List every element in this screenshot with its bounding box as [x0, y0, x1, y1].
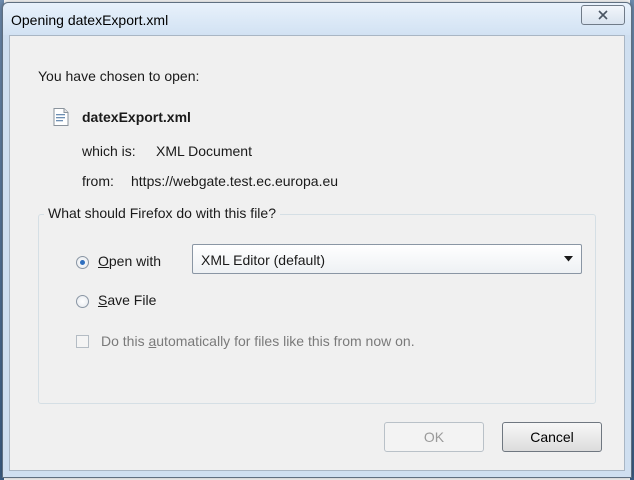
save-file-radio[interactable] — [76, 295, 89, 308]
file-type-label: which is: — [82, 143, 136, 159]
application-select-value: XML Editor (default) — [201, 252, 325, 268]
close-button[interactable] — [581, 5, 625, 25]
save-file-label-rest: ave File — [107, 292, 157, 308]
action-group-legend: What should Firefox do with this file? — [44, 205, 280, 221]
close-icon — [598, 10, 608, 20]
source-url: https://webgate.test.ec.europa.eu — [131, 173, 339, 189]
save-file-label[interactable]: Save File — [98, 292, 156, 308]
save-file-mnemonic: S — [98, 292, 108, 308]
ok-button[interactable]: OK — [384, 422, 484, 452]
title-bar[interactable]: Opening datexExport.xml — [3, 3, 631, 35]
auto-action-label[interactable]: Do this automatically for files like thi… — [101, 333, 415, 349]
source-label: from: — [82, 173, 114, 189]
file-type-value: XML Document — [156, 143, 252, 159]
file-name: datexExport.xml — [82, 109, 191, 125]
open-with-radio[interactable] — [76, 256, 89, 269]
auto-action-label-post: utomatically for files like this from no… — [156, 333, 415, 349]
window-title: Opening datexExport.xml — [11, 12, 169, 28]
auto-action-checkbox[interactable] — [76, 335, 89, 348]
auto-action-label-pre: Do this — [101, 333, 149, 349]
open-with-label[interactable]: Open with — [98, 253, 161, 269]
dialog-body: You have chosen to open: datexExport.xml… — [9, 35, 625, 471]
open-with-mnemonic: O — [98, 253, 109, 269]
dialog-window: Opening datexExport.xml You have chosen … — [2, 2, 632, 478]
application-select[interactable]: XML Editor (default) — [192, 244, 582, 274]
open-with-label-rest: pen with — [108, 253, 162, 269]
chevron-down-icon — [564, 256, 573, 262]
action-groupbox — [38, 214, 596, 404]
intro-text: You have chosen to open: — [38, 68, 200, 84]
cancel-button[interactable]: Cancel — [502, 422, 602, 452]
xml-file-icon — [53, 108, 69, 126]
